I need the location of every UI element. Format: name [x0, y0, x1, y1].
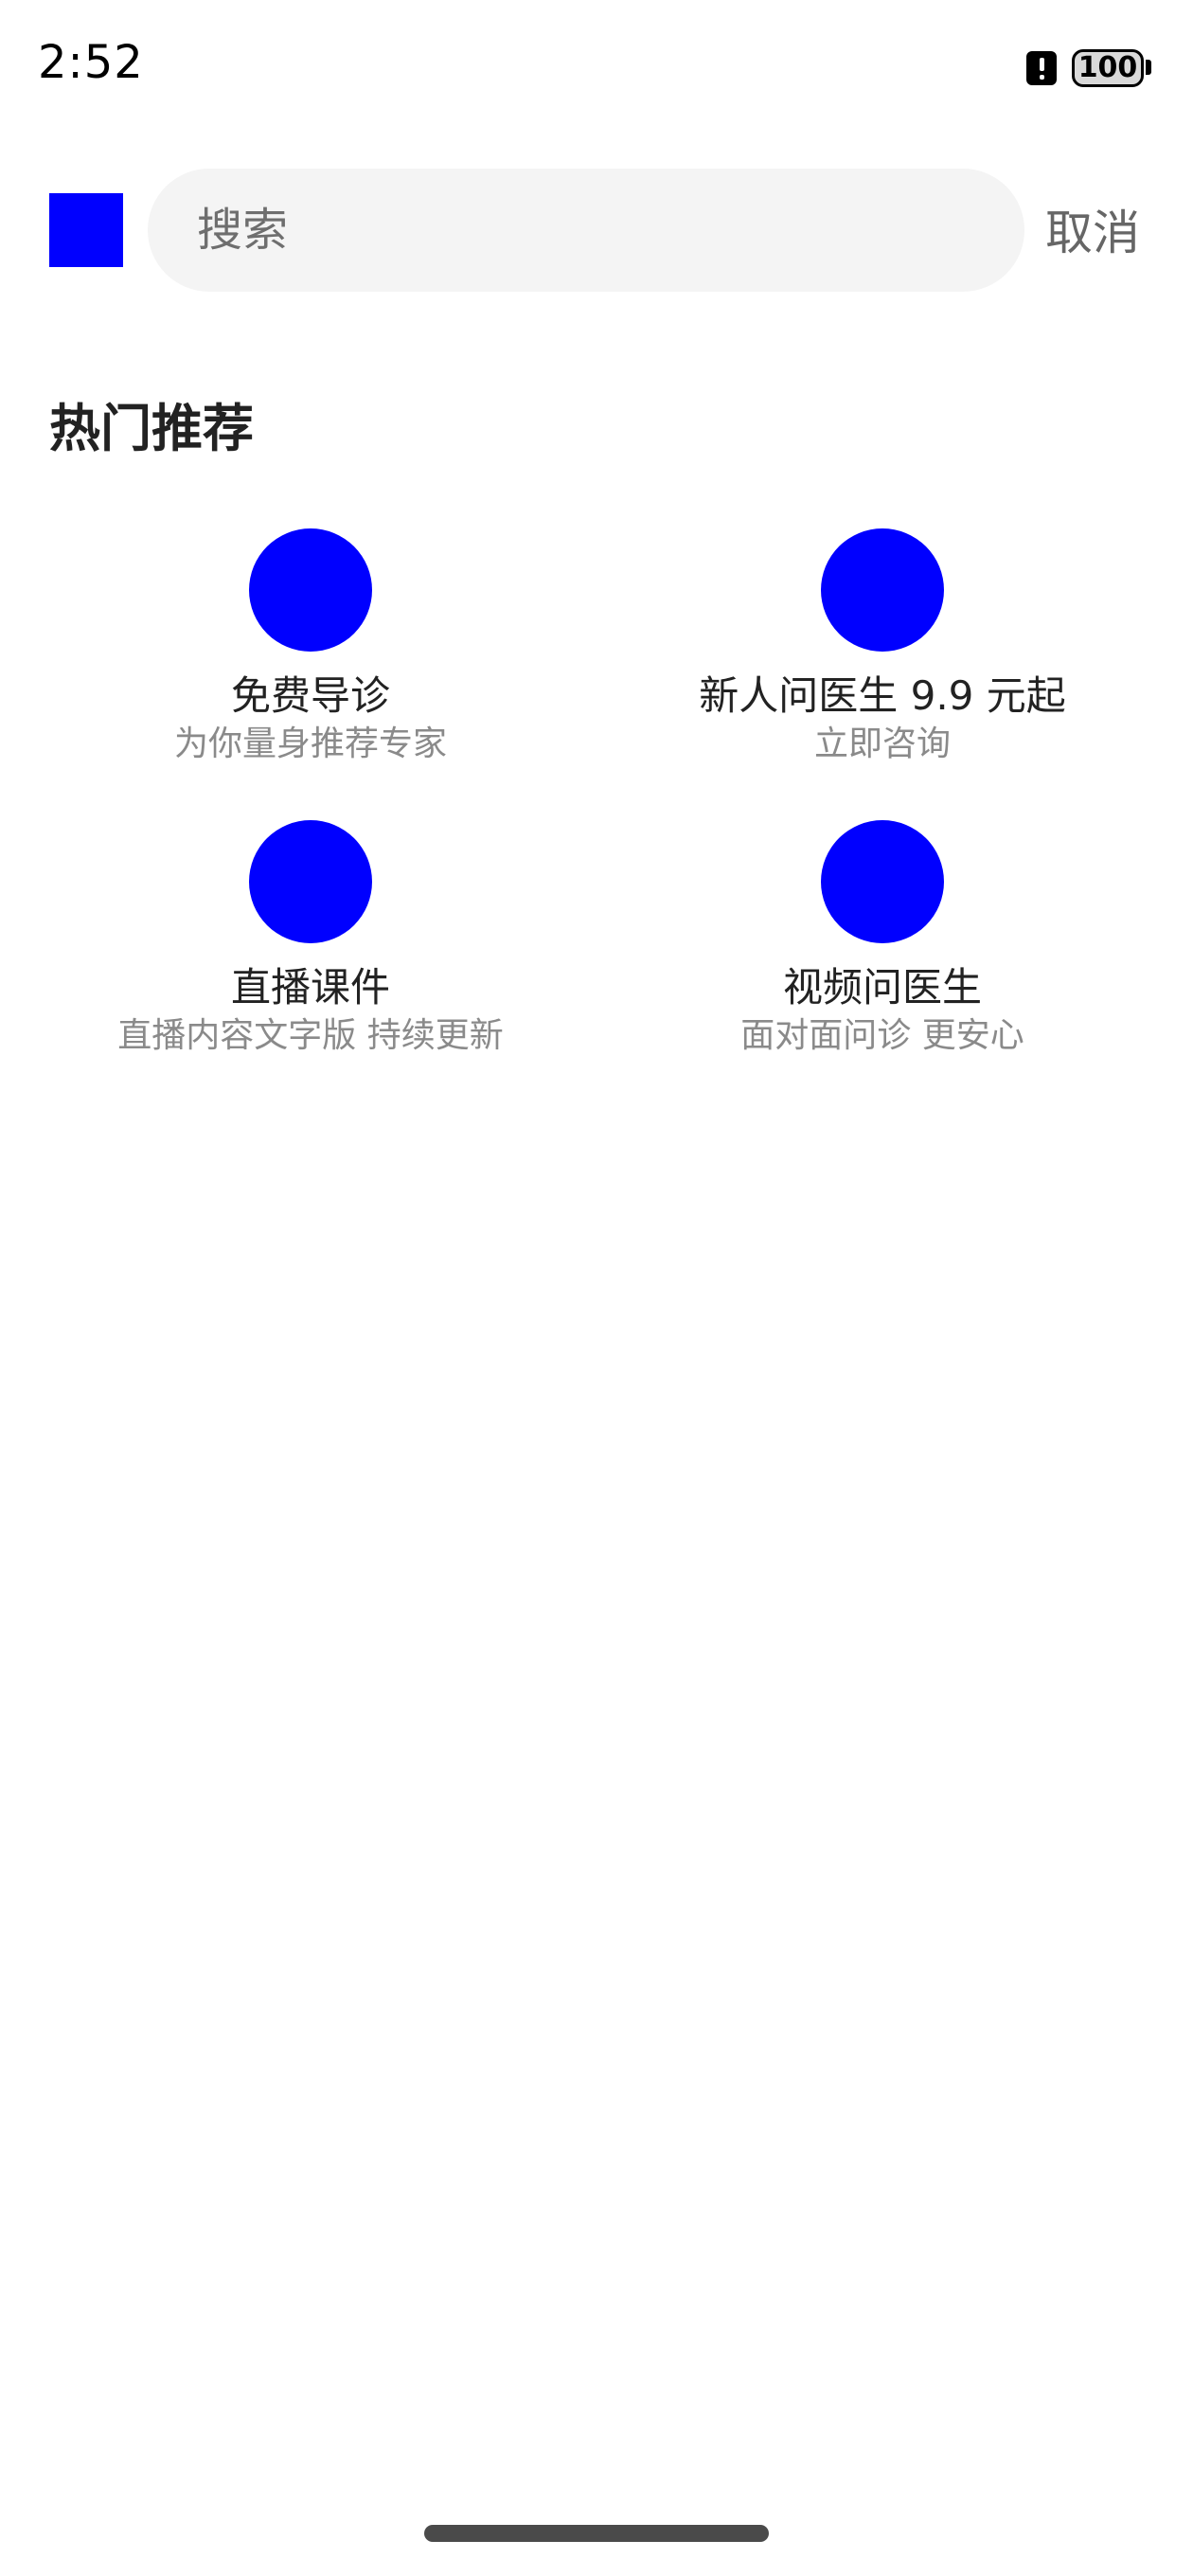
recommendation-item-free-triage[interactable]: 免费导诊 为你量身推荐专家 [45, 528, 576, 765]
app-logo [49, 193, 123, 267]
search-input[interactable] [148, 169, 1024, 292]
battery-tip [1146, 60, 1151, 75]
recommendation-subtitle: 直播内容文字版 持续更新 [117, 1016, 504, 1055]
alert-icon [1026, 51, 1057, 85]
recommendation-title: 视频问医生 [782, 964, 982, 1011]
blue-circle-icon [249, 528, 372, 652]
recommendation-title: 新人问医生 9.9 元起 [699, 672, 1066, 719]
battery-icon: 100 [1072, 49, 1144, 87]
recommendation-subtitle: 立即咨询 [813, 724, 951, 763]
recommendation-item-live-courseware[interactable]: 直播课件 直播内容文字版 持续更新 [45, 820, 576, 1057]
recommendation-subtitle: 为你量身推荐专家 [173, 724, 447, 763]
status-bar: 2:52 100 [0, 0, 1193, 133]
recommendation-item-video-consult[interactable]: 视频问医生 面对面问诊 更安心 [617, 820, 1148, 1057]
recommendation-title: 免费导诊 [230, 672, 390, 719]
battery-level: 100 [1077, 51, 1138, 84]
cancel-button[interactable]: 取消 [1045, 195, 1140, 263]
recommendation-item-new-user-consult[interactable]: 新人问医生 9.9 元起 立即咨询 [617, 528, 1148, 765]
blue-circle-icon [249, 820, 372, 943]
blue-circle-icon [821, 528, 944, 652]
recommendation-subtitle: 面对面问诊 更安心 [740, 1016, 1024, 1055]
blue-circle-icon [821, 820, 944, 943]
status-time: 2:52 [38, 36, 144, 89]
recommendation-title: 直播课件 [230, 964, 390, 1011]
home-indicator[interactable] [424, 2525, 769, 2542]
section-title: 热门推荐 [49, 399, 254, 458]
